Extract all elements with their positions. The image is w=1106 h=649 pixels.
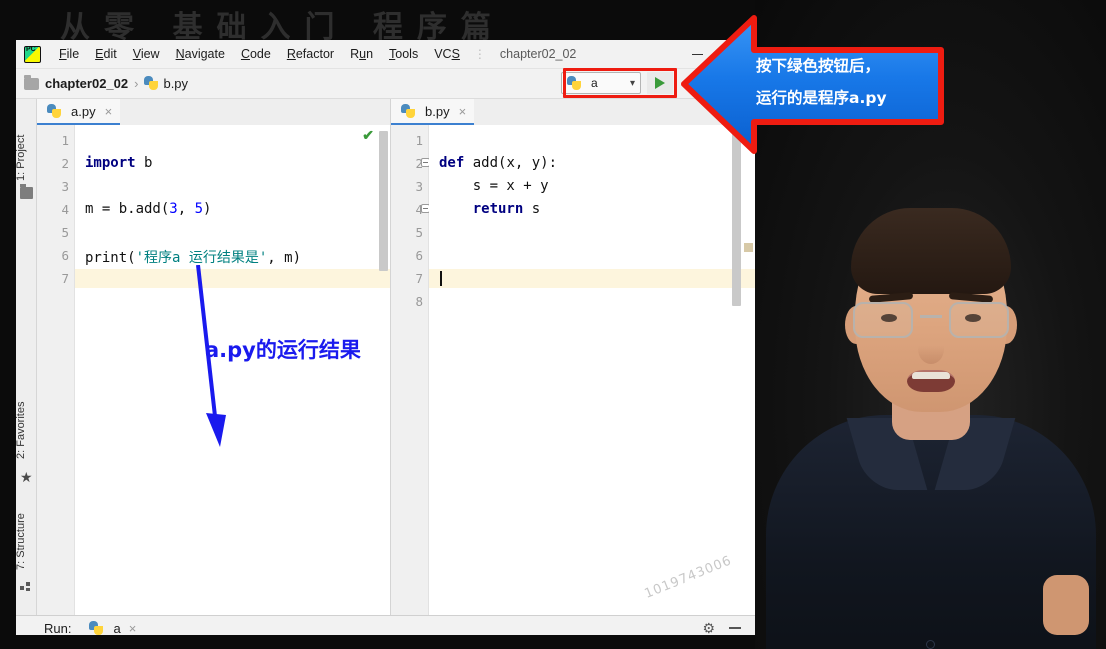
- callout-arrow-box: 按下绿色按钮后， 运行的是程序a.py: [680, 10, 945, 154]
- line-number: 6: [61, 248, 69, 263]
- screen: 从零 基础入门 程序篇 PC File Edit View Navigate C…: [0, 0, 1106, 649]
- run-label: Run:: [44, 620, 72, 636]
- text-caret: [440, 271, 442, 286]
- close-icon[interactable]: ×: [129, 621, 137, 636]
- line-number: 6: [415, 248, 423, 263]
- window-title: chapter02_02: [499, 47, 577, 61]
- tab-b-py[interactable]: b.py ×: [391, 99, 475, 125]
- presenter-button-1: [925, 640, 935, 649]
- menu-bar: File Edit View Navigate Code Refactor Ru…: [16, 40, 755, 69]
- editor-split: a.py × 1 2 3 4 5 6 7 import b m = b.add(…: [37, 99, 755, 615]
- video-watermark: 1019743006: [642, 553, 735, 602]
- run-config-name: a: [591, 76, 598, 90]
- menu-navigate[interactable]: Navigate: [168, 44, 233, 64]
- code-line-2: import b: [85, 155, 153, 171]
- line-number: 5: [415, 225, 423, 240]
- line-number: 8: [415, 294, 423, 309]
- code-line-4: return s: [472, 201, 541, 217]
- callout-text: 按下绿色按钮后， 运行的是程序a.py: [756, 50, 936, 114]
- glasses-bridge: [919, 315, 942, 318]
- code-line-4: m = b.add(3, 5): [85, 201, 212, 217]
- inspection-ok-icon: ✔: [362, 127, 374, 143]
- breadcrumb-project[interactable]: chapter02_02: [45, 76, 128, 91]
- presenter-nose: [917, 334, 944, 364]
- glasses-lens-right: [948, 302, 1009, 338]
- star-icon[interactable]: ★: [20, 470, 33, 484]
- code-b-py[interactable]: def add(x, y): s = x + y return s 101974…: [429, 125, 755, 615]
- editor-scrollbar-a[interactable]: [379, 131, 388, 271]
- python-icon: [567, 75, 582, 91]
- navigation-bar: chapter02_02 › b.py a ▾: [16, 68, 755, 99]
- structure-icon[interactable]: [20, 580, 33, 592]
- presenter-teeth: [911, 372, 950, 379]
- tab-label: b.py: [425, 103, 450, 119]
- structure-glyph: [20, 582, 30, 591]
- line-number: 1: [415, 133, 423, 148]
- line-number: 1: [61, 133, 69, 148]
- run-tab-label: a: [113, 620, 121, 636]
- presenter-hair: [850, 208, 1011, 294]
- close-icon[interactable]: ×: [459, 104, 467, 119]
- python-icon: [89, 620, 104, 636]
- line-number: 7: [415, 271, 423, 286]
- left-tool-strip: 1: Project 2: Favorites ★ 7: Structure: [16, 99, 37, 615]
- line-number: 7: [61, 271, 69, 286]
- presenter-hand: [1043, 575, 1089, 635]
- main-area: 1: Project 2: Favorites ★ 7: Structure a…: [16, 99, 755, 615]
- sidebar-item-favorites[interactable]: 2: Favorites: [16, 367, 36, 459]
- run-config-selector[interactable]: a ▾: [561, 72, 641, 94]
- line-number: 5: [61, 225, 69, 240]
- glasses-lens-left: [852, 302, 913, 338]
- minimize-icon[interactable]: [729, 627, 741, 629]
- menu-vcs[interactable]: VCS: [426, 44, 468, 64]
- menu-tools[interactable]: Tools: [381, 44, 426, 64]
- menu-divider: ⋮: [473, 47, 486, 61]
- folder-icon: [24, 74, 39, 90]
- caret-line-highlight: [429, 269, 755, 288]
- tab-a-py[interactable]: a.py ×: [37, 99, 121, 125]
- tab-label: a.py: [71, 103, 96, 119]
- gear-icon[interactable]: ⚙: [702, 620, 715, 635]
- line-number: 4: [61, 202, 69, 217]
- menu-run[interactable]: Run: [342, 44, 381, 64]
- editor-pane-b: b.py × 1 2 3 4 5 6 7 8 def add(x, y): s …: [391, 99, 755, 615]
- line-number: 3: [415, 179, 423, 194]
- run-tab-a[interactable]: a ×: [89, 620, 137, 636]
- result-annotation-label: a.py的运行结果: [205, 338, 361, 362]
- chevron-down-icon: ▾: [629, 77, 635, 89]
- breadcrumb-file[interactable]: b.py: [163, 76, 188, 91]
- run-button[interactable]: [647, 72, 673, 94]
- gutter-b: 1 2 3 4 5 6 7 8: [391, 125, 430, 615]
- sidebar-item-structure[interactable]: 7: Structure: [16, 484, 36, 570]
- callout-line-1: 按下绿色按钮后，: [756, 57, 881, 75]
- code-line-3: s = x + y: [439, 178, 549, 194]
- menu-file[interactable]: File: [51, 44, 87, 64]
- run-header: Run: a × ⚙: [16, 616, 755, 635]
- python-file-icon: [144, 76, 159, 91]
- pycharm-window: File Edit View Navigate Code Refactor Ru…: [16, 40, 755, 635]
- folder-icon[interactable]: [20, 184, 33, 199]
- editor-scrollbar-b[interactable]: [732, 131, 741, 306]
- run-play-icon: [655, 77, 665, 89]
- code-line-2: def add(x, y):: [439, 155, 558, 171]
- pycharm-logo-icon: [24, 45, 41, 63]
- sidebar-item-project[interactable]: 1: Project: [16, 103, 36, 181]
- python-file-icon: [47, 103, 62, 119]
- python-file-icon: [401, 103, 416, 119]
- gutter-a: 1 2 3 4 5 6 7: [37, 125, 75, 615]
- callout-line-2: 运行的是程序a.py: [756, 89, 887, 107]
- run-configuration-widget: a ▾: [561, 72, 673, 94]
- menu-code[interactable]: Code: [233, 44, 279, 64]
- breadcrumb-separator: ›: [134, 76, 139, 91]
- menu-view[interactable]: View: [125, 44, 168, 64]
- line-number: 2: [61, 156, 69, 171]
- run-tool-window: Run: a × ⚙: [16, 615, 755, 635]
- menu-refactor[interactable]: Refactor: [279, 44, 342, 64]
- editor-tabbar-a: a.py ×: [37, 99, 390, 125]
- marker-mid: [744, 243, 753, 252]
- menu-edit[interactable]: Edit: [87, 44, 125, 64]
- line-number: 3: [61, 179, 69, 194]
- code-line-6: print('程序a 运行结果是', m): [85, 250, 302, 266]
- close-icon[interactable]: ×: [105, 104, 113, 119]
